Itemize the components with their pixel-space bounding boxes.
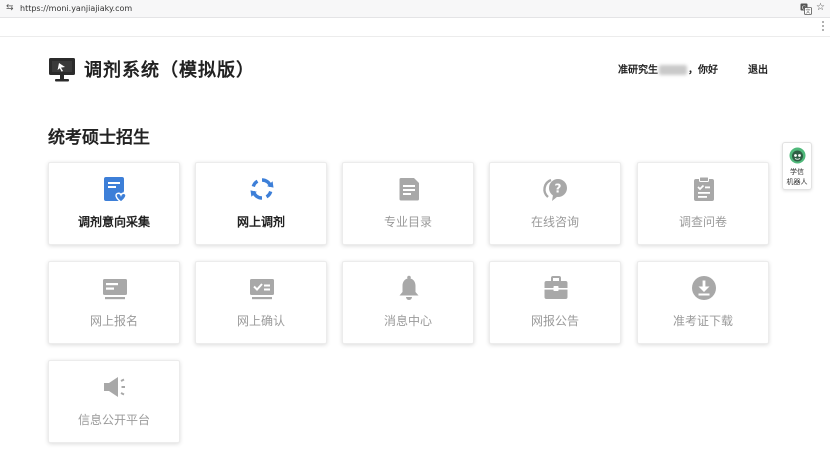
card-label: 在线咨询 [530,215,579,229]
card-label: 准考证下载 [672,314,733,328]
logout-link[interactable]: 退出 [748,64,768,78]
announcement-bag-icon [544,276,568,299]
user-greeting: 准研究生 ，你好 [618,64,718,78]
robot-label-line1: 学信 [790,168,804,176]
translate-icon[interactable]: G 文 [800,3,812,15]
card-intention-collection[interactable]: 调剂意向采集 [48,162,180,245]
card-label: 网报公告 [530,314,579,328]
document-heart-icon [104,177,127,203]
card-admission-ticket-download[interactable]: 准考证下载 [637,261,769,344]
card-registration-announcement[interactable]: 网报公告 [489,261,621,344]
card-message-center[interactable]: 消息中心 [342,261,474,344]
download-icon [692,276,716,300]
svg-text:文: 文 [805,8,810,15]
card-label: 网上确认 [236,314,285,328]
question-chat-icon: ? [543,178,567,201]
card-label: 网上报名 [89,314,138,328]
svg-text:?: ? [555,182,562,196]
card-online-adjustment[interactable]: 网上调剂 [195,162,327,245]
blurred-username [659,65,687,75]
megaphone-icon [104,377,125,397]
card-label: 信息公开平台 [77,413,150,427]
browser-menu-icon[interactable] [822,21,825,33]
card-online-confirmation[interactable]: 网上确认 [195,261,327,344]
section-title: 统考硕士招生 [48,128,150,148]
bell-icon [399,275,419,300]
card-label: 专业目录 [383,215,432,229]
header-divider [0,36,830,37]
refresh-icon [250,178,274,200]
bookmark-star-icon[interactable]: ☆ [816,2,825,14]
site-title: 调剂系统（模拟版） [84,60,255,81]
browser-toolbar: ⇆ https://moni.yanjiajiaky.com G 文 ☆ [0,0,830,18]
catalog-icon [399,178,419,201]
greeting-suffix: ，你好 [688,65,718,76]
robot-label-line2: 机器人 [786,178,808,186]
card-label: 网上调剂 [236,215,285,229]
monitor-logo-icon [49,58,75,82]
clipboard-check-icon [694,176,714,201]
xuexin-robot-widget[interactable]: 学信 机器人 [782,142,812,190]
card-survey[interactable]: 调查问卷 [637,162,769,245]
address-bar[interactable]: https://moni.yanjiajiaky.com [20,3,132,15]
greeting-prefix: 准研究生 [618,65,658,76]
confirm-screen-icon [250,279,274,300]
register-card-icon [103,279,127,300]
card-label: 调查问卷 [678,215,727,229]
card-online-consult[interactable]: ? 在线咨询 [489,162,621,245]
card-label: 消息中心 [383,314,432,328]
card-information-disclosure[interactable]: 信息公开平台 [48,360,180,443]
robot-avatar-icon [789,147,806,164]
card-label: 调剂意向采集 [77,215,150,229]
site-settings-icon[interactable]: ⇆ [6,3,16,13]
card-online-registration[interactable]: 网上报名 [48,261,180,344]
card-major-catalog[interactable]: 专业目录 [342,162,474,245]
